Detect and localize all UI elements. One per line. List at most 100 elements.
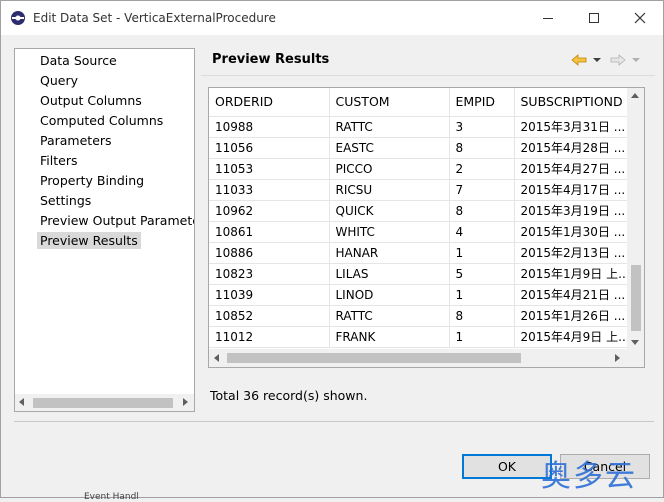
maximize-icon xyxy=(589,13,599,23)
table-cell: 2015年4月28日 ... xyxy=(514,137,637,159)
table-row[interactable]: 11039 LINOD 1 2015年4月21日 ... xyxy=(209,284,637,306)
table-cell: LINOD xyxy=(329,284,450,306)
table-cell: 3 xyxy=(449,116,515,138)
column-header[interactable]: CUSTOM xyxy=(329,88,450,117)
back-arrow-icon[interactable] xyxy=(571,54,587,66)
table-cell: 2015年3月31日 ... xyxy=(514,116,637,138)
table-row[interactable]: 11053 PICCO 2 2015年4月27日 ... xyxy=(209,158,637,180)
table-scroll-right-icon[interactable] xyxy=(615,354,620,362)
table-row[interactable]: 11056 EASTC 8 2015年4月28日 ... xyxy=(209,137,637,159)
nav-item[interactable]: Computed Columns xyxy=(15,111,194,131)
nav-item[interactable]: Query xyxy=(15,71,194,91)
table-cell: 8 xyxy=(449,305,515,327)
column-header[interactable]: EMPID xyxy=(449,88,515,117)
table-row[interactable]: 10823 LILAS 5 2015年1月9日 上... xyxy=(209,263,637,285)
table-cell: 11056 xyxy=(209,137,330,159)
column-header[interactable]: SUBSCRIPTIOND xyxy=(514,88,637,117)
scroll-down-icon[interactable] xyxy=(631,340,639,345)
scroll-right-icon[interactable] xyxy=(183,398,188,406)
nav-item[interactable]: Data Source xyxy=(15,51,194,71)
table-cell: PICCO xyxy=(329,158,450,180)
forward-arrow-icon[interactable] xyxy=(610,54,626,66)
eclipse-app-icon xyxy=(11,11,25,25)
table-row[interactable]: 11012 FRANK 1 2015年4月9日 上... xyxy=(209,326,637,348)
table-cell: FRANK xyxy=(329,326,450,348)
nav-item-label: Preview Output Parameter xyxy=(40,213,194,228)
column-header[interactable]: ORDERID xyxy=(209,88,330,117)
close-icon xyxy=(634,12,646,24)
nav-item[interactable]: Output Columns xyxy=(15,91,194,111)
table-cell: 4 xyxy=(449,221,515,243)
table-cell: 2015年1月26日 ... xyxy=(514,305,637,327)
table-cell: 2015年4月9日 上... xyxy=(514,326,637,348)
nav-item-label: Query xyxy=(40,73,78,88)
scroll-thumb[interactable] xyxy=(33,398,173,408)
button-bar-separator xyxy=(14,421,654,422)
table-row[interactable]: 10886 HANAR 1 2015年2月13日 ... xyxy=(209,242,637,264)
table-cell: 2015年4月17日 ... xyxy=(514,179,637,201)
table-header-row: ORDERID CUSTOM EMPID SUBSCRIPTIOND xyxy=(209,88,637,117)
vertical-scroll-thumb[interactable] xyxy=(631,265,641,331)
nav-item[interactable]: Filters xyxy=(15,151,194,171)
table-cell: RATTC xyxy=(329,305,450,327)
ok-button[interactable]: OK xyxy=(462,454,552,479)
minimize-icon xyxy=(543,17,553,19)
background-window-text: Event Handl xyxy=(84,492,139,502)
table-row[interactable]: 10962 QUICK 8 2015年3月19日 ... xyxy=(209,200,637,222)
table-row[interactable]: 10852 RATTC 8 2015年1月26日 ... xyxy=(209,305,637,327)
table-horizontal-scrollbar[interactable] xyxy=(209,349,627,367)
table-scroll-left-icon[interactable] xyxy=(214,354,219,362)
table-cell: 8 xyxy=(449,200,515,222)
table-cell: 10988 xyxy=(209,116,330,138)
table-cell: 7 xyxy=(449,179,515,201)
table-cell: EASTC xyxy=(329,137,450,159)
table-cell: QUICK xyxy=(329,200,450,222)
scroll-left-icon[interactable] xyxy=(19,398,24,406)
close-button[interactable] xyxy=(617,1,663,35)
table-cell: 2015年3月19日 ... xyxy=(514,200,637,222)
table-vertical-scrollbar[interactable] xyxy=(627,88,644,350)
record-count-status: Total 36 record(s) shown. xyxy=(210,388,368,403)
table-cell: HANAR xyxy=(329,242,450,264)
table-row[interactable]: 10861 WHITC 4 2015年1月30日 ... xyxy=(209,221,637,243)
nav-item[interactable]: Preview Output Parameter xyxy=(15,211,194,231)
edit-data-set-dialog: Edit Data Set - VerticaExternalProcedure… xyxy=(0,0,664,498)
table-cell: 2015年4月27日 ... xyxy=(514,158,637,180)
table-cell: 11033 xyxy=(209,179,330,201)
table-cell: 11053 xyxy=(209,158,330,180)
forward-dropdown-icon[interactable] xyxy=(632,58,640,62)
table-cell: 1 xyxy=(449,326,515,348)
nav-item[interactable]: Settings xyxy=(15,191,194,211)
nav-item[interactable]: Preview Results xyxy=(15,231,194,251)
nav-item-label: Property Binding xyxy=(40,173,145,188)
table-cell: RATTC xyxy=(329,116,450,138)
minimize-button[interactable] xyxy=(525,1,571,35)
scroll-up-icon[interactable] xyxy=(631,93,639,98)
nav-item-label: Computed Columns xyxy=(40,113,164,128)
table-cell: 2015年1月9日 上... xyxy=(514,263,637,285)
nav-item[interactable]: Parameters xyxy=(15,131,194,151)
table-cell: 10886 xyxy=(209,242,330,264)
back-dropdown-icon[interactable] xyxy=(593,58,601,62)
dataset-nav-tree: Data Source Query Output Columns Computed C… xyxy=(14,48,195,412)
maximize-button[interactable] xyxy=(571,1,617,35)
table-cell: WHITC xyxy=(329,221,450,243)
watermark-logo: 奥多云 xyxy=(541,459,637,494)
table-row[interactable]: 11033 RICSU 7 2015年4月17日 ... xyxy=(209,179,637,201)
nav-horizontal-scrollbar[interactable] xyxy=(15,394,194,411)
nav-item[interactable]: Property Binding xyxy=(15,171,194,191)
table-row[interactable]: 10988 RATTC 3 2015年3月31日 ... xyxy=(209,116,637,138)
preview-results-table[interactable]: ORDERID CUSTOM EMPID SUBSCRIPTIOND 10988 RAT… xyxy=(208,87,645,368)
table-cell: LILAS xyxy=(329,263,450,285)
table-cell: 8 xyxy=(449,137,515,159)
table-cell: 1 xyxy=(449,242,515,264)
table-cell: 10852 xyxy=(209,305,330,327)
scroll-corner xyxy=(627,349,644,367)
panel-separator xyxy=(201,75,655,76)
window-controls xyxy=(525,1,663,35)
table-cell: 2015年1月30日 ... xyxy=(514,221,637,243)
nav-item-label: Settings xyxy=(40,193,92,208)
table-cell: RICSU xyxy=(329,179,450,201)
table-cell: 10823 xyxy=(209,263,330,285)
table-horizontal-thumb[interactable] xyxy=(227,353,521,363)
